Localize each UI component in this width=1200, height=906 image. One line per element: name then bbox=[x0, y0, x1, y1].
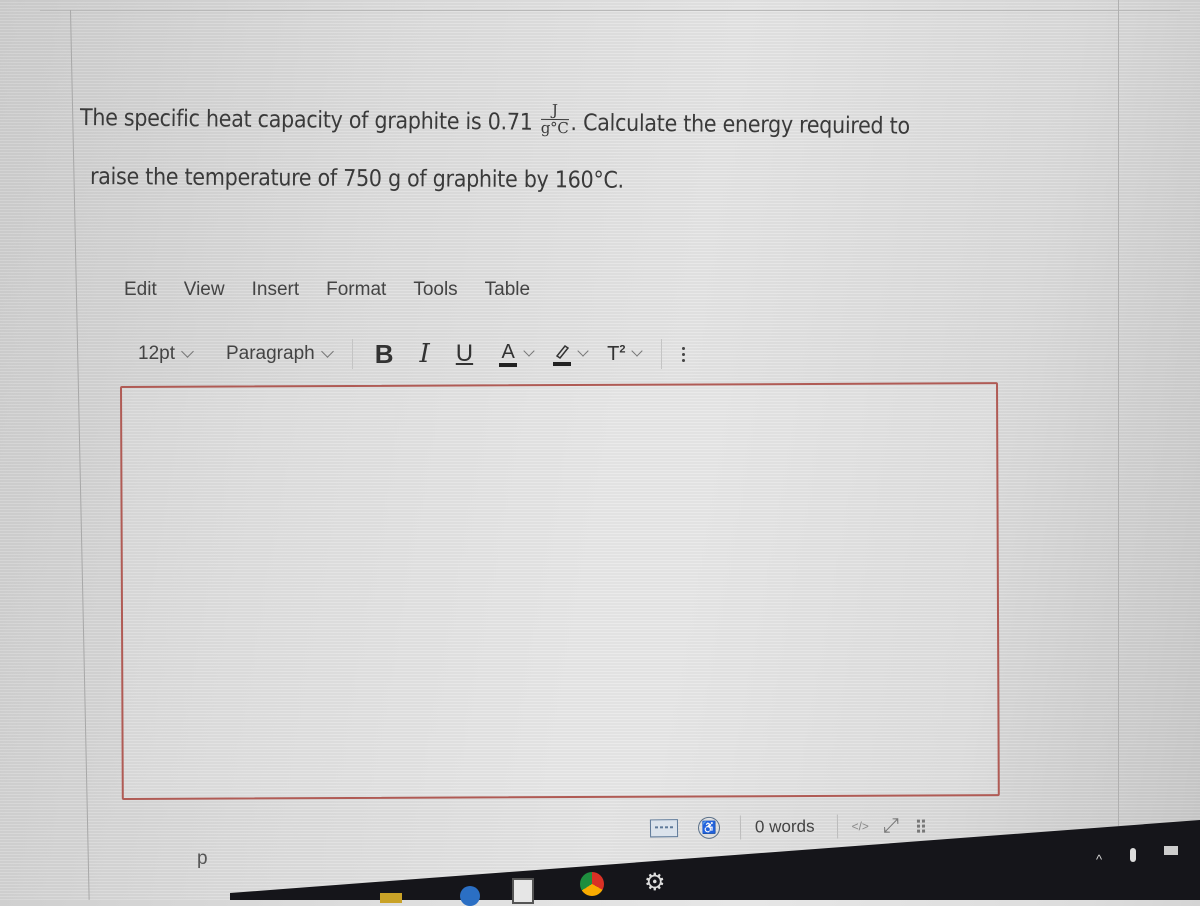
edge-icon[interactable] bbox=[460, 886, 480, 906]
taskbar-background bbox=[230, 820, 1200, 900]
settings-icon[interactable]: ⚙ bbox=[644, 868, 666, 897]
file-explorer-icon[interactable] bbox=[380, 893, 402, 903]
store-icon[interactable] bbox=[512, 878, 534, 904]
chrome-icon[interactable] bbox=[580, 872, 604, 896]
